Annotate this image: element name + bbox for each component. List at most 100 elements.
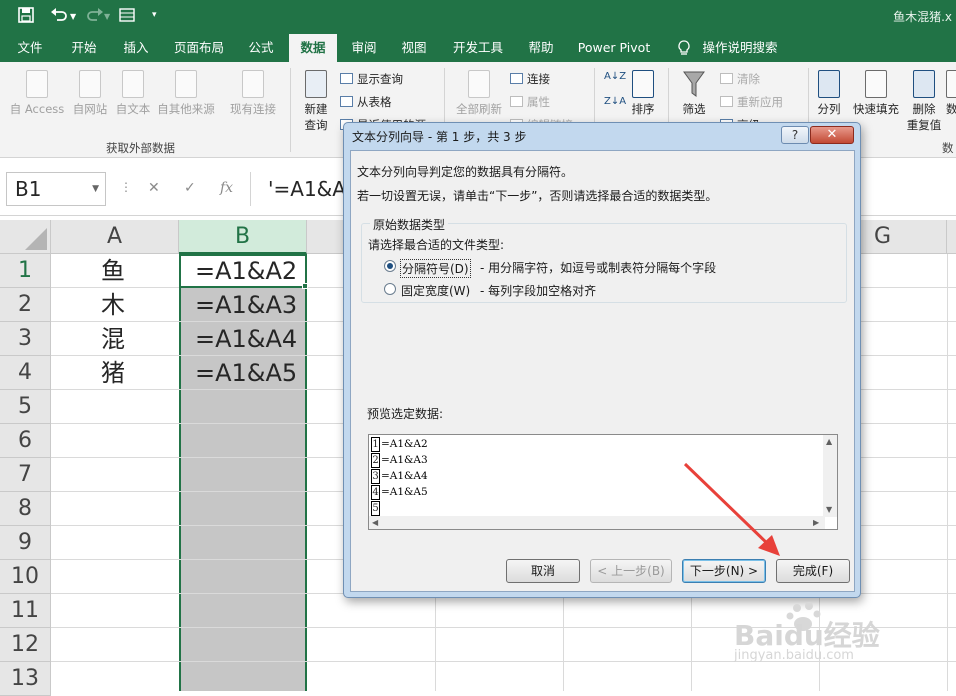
form-icon[interactable] bbox=[119, 7, 135, 27]
finish-button[interactable]: 完成(F) bbox=[776, 559, 850, 583]
row-header[interactable]: 2 bbox=[0, 288, 51, 322]
preview-line: =A1&A4 bbox=[381, 470, 428, 482]
tell-me-search[interactable]: 操作说明搜索 bbox=[698, 34, 782, 62]
tab-power-pivot[interactable]: Power Pivot bbox=[572, 34, 656, 62]
show-queries-button[interactable]: 显示查询 bbox=[340, 71, 403, 87]
get-external-data-group-label: 获取外部数据 bbox=[106, 141, 175, 155]
row-header[interactable]: 12 bbox=[0, 628, 51, 662]
remove-duplicates-icon bbox=[913, 70, 935, 98]
ribbon-tabs: 文件 开始 插入 页面布局 公式 数据 审阅 视图 开发工具 帮助 Power … bbox=[0, 34, 956, 62]
column-header-b[interactable]: B bbox=[179, 220, 307, 254]
scroll-right-icon[interactable]: ▶ bbox=[813, 518, 819, 527]
insert-function-icon[interactable]: fx bbox=[220, 180, 233, 196]
sort-az-button[interactable]: A↓Z bbox=[604, 71, 626, 82]
undo-icon[interactable] bbox=[50, 7, 68, 27]
tab-file[interactable]: 文件 bbox=[6, 34, 54, 62]
tab-formulas[interactable]: 公式 bbox=[238, 34, 284, 62]
connections-button[interactable]: 连接 bbox=[510, 71, 550, 87]
row-header[interactable]: 7 bbox=[0, 458, 51, 492]
gridline bbox=[947, 254, 948, 691]
tab-data[interactable]: 数据 bbox=[289, 34, 337, 62]
data-tools-group-label: 数 bbox=[942, 141, 954, 155]
fixed-width-option-label[interactable]: 固定宽度(W) bbox=[401, 282, 470, 299]
row-header[interactable]: 4 bbox=[0, 356, 51, 390]
delimited-radio[interactable] bbox=[384, 260, 396, 272]
row-header[interactable]: 8 bbox=[0, 492, 51, 526]
cancel-button[interactable]: 取消 bbox=[506, 559, 580, 583]
scroll-down-icon[interactable]: ▼ bbox=[826, 505, 832, 514]
tab-view[interactable]: 视图 bbox=[391, 34, 437, 62]
connections-icon bbox=[242, 70, 264, 98]
formula-input[interactable]: '=A1&A bbox=[268, 172, 346, 206]
help-button[interactable]: ? bbox=[781, 126, 809, 144]
column-header-a[interactable]: A bbox=[51, 220, 179, 254]
new-query-label-1: 新建 bbox=[304, 102, 328, 116]
remove-duplicates-button[interactable]: 删除 重复值 bbox=[904, 70, 944, 133]
gridline bbox=[179, 254, 181, 691]
preview-row-number: 4 bbox=[371, 485, 380, 500]
data-validation-button[interactable]: 数 bbox=[946, 70, 956, 117]
enter-icon[interactable]: ✓ bbox=[184, 180, 196, 196]
row-header[interactable]: 6 bbox=[0, 424, 51, 458]
other-sources-icon bbox=[175, 70, 197, 98]
formula-separator bbox=[250, 172, 251, 206]
preview-vertical-scrollbar[interactable]: ▲ ▼ bbox=[823, 435, 837, 517]
row-header[interactable]: 1 bbox=[0, 254, 51, 288]
tab-developer[interactable]: 开发工具 bbox=[444, 34, 512, 62]
row-header[interactable]: 11 bbox=[0, 594, 51, 628]
access-icon bbox=[26, 70, 48, 98]
customize-qat-icon[interactable]: ▾ bbox=[152, 10, 157, 20]
from-access-label: 自 Access bbox=[9, 102, 65, 116]
tab-review[interactable]: 审阅 bbox=[341, 34, 387, 62]
from-web-label: 自网站 bbox=[72, 102, 108, 116]
next-button[interactable]: 下一步(N) > bbox=[682, 559, 766, 583]
scroll-left-icon[interactable]: ◀ bbox=[372, 518, 378, 527]
fill-handle[interactable] bbox=[302, 283, 308, 289]
remove-dup-label-2: 重复值 bbox=[906, 118, 942, 132]
name-box-value: B1 bbox=[15, 177, 42, 201]
scroll-up-icon[interactable]: ▲ bbox=[826, 437, 832, 446]
from-other-sources-button: 自其他来源 bbox=[155, 70, 217, 117]
close-icon[interactable]: ✕ bbox=[810, 126, 854, 144]
select-all-icon bbox=[25, 228, 47, 250]
select-all-corner[interactable] bbox=[0, 220, 51, 254]
save-icon[interactable] bbox=[18, 7, 34, 27]
validation-icon bbox=[946, 70, 956, 98]
cell-a1[interactable]: 鱼 bbox=[101, 254, 125, 288]
sort-icon bbox=[632, 70, 654, 98]
row-header[interactable]: 10 bbox=[0, 560, 51, 594]
cancel-icon[interactable]: ✕ bbox=[148, 180, 160, 196]
tab-home[interactable]: 开始 bbox=[60, 34, 108, 62]
row-header[interactable]: 5 bbox=[0, 390, 51, 424]
from-table-button[interactable]: 从表格 bbox=[340, 94, 392, 110]
new-query-button[interactable]: 新建 查询 bbox=[296, 70, 336, 133]
cell-a3[interactable]: 混 bbox=[101, 322, 125, 356]
row-header[interactable]: 3 bbox=[0, 322, 51, 356]
cell-b1[interactable]: =A1&A2 bbox=[195, 254, 297, 288]
delimited-option-label[interactable]: 分隔符号(D) bbox=[400, 259, 471, 278]
filter-button[interactable]: 筛选 bbox=[674, 70, 714, 117]
column-header-h[interactable] bbox=[947, 220, 956, 254]
fixed-width-radio[interactable] bbox=[384, 283, 396, 295]
sort-button[interactable]: 排序 bbox=[626, 70, 660, 117]
tab-insert[interactable]: 插入 bbox=[112, 34, 160, 62]
cell-b2[interactable]: =A1&A3 bbox=[195, 288, 297, 322]
flash-fill-button[interactable]: 快速填充 bbox=[850, 70, 902, 117]
cell-b3[interactable]: =A1&A4 bbox=[195, 322, 297, 356]
name-box[interactable]: B1 ▼ bbox=[6, 172, 106, 206]
text-to-columns-button[interactable]: 分列 bbox=[812, 70, 846, 117]
row-header[interactable]: 9 bbox=[0, 526, 51, 560]
split-columns-icon bbox=[818, 70, 840, 98]
chevron-down-icon[interactable]: ▼ bbox=[92, 173, 99, 205]
cell-b4[interactable]: =A1&A5 bbox=[195, 356, 297, 390]
cell-a4[interactable]: 猪 bbox=[101, 356, 125, 390]
validation-label: 数 bbox=[946, 102, 956, 116]
tab-help[interactable]: 帮助 bbox=[517, 34, 565, 62]
tab-page-layout[interactable]: 页面布局 bbox=[164, 34, 234, 62]
from-text-button: 自文本 bbox=[113, 70, 153, 117]
from-access-button: 自 Access bbox=[8, 70, 66, 117]
sort-za-button[interactable]: Z↓A bbox=[604, 96, 626, 107]
cell-a2[interactable]: 木 bbox=[101, 288, 125, 322]
sort-label: 排序 bbox=[631, 102, 655, 116]
undo-dropdown-icon[interactable]: ▼ bbox=[70, 12, 76, 21]
